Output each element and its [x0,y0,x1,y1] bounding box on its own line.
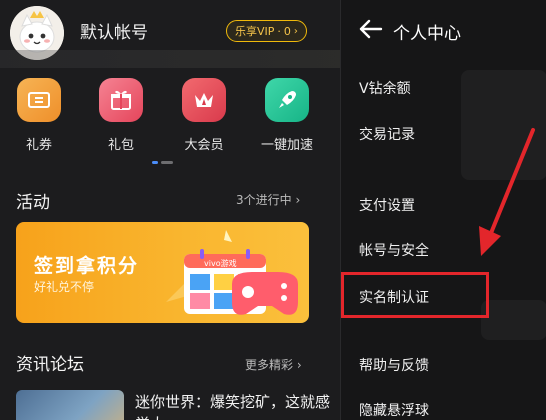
activity-banner[interactable]: 签到拿积分 好礼兑不停 vivo游戏 [16,222,309,323]
banner-title: 签到拿积分 [34,255,140,277]
personal-center-header: 个人中心 [341,0,546,60]
quick-actions: 礼券 礼包 大会员 一键加速 [0,78,340,158]
ticket-icon [17,78,61,122]
back-arrow-icon[interactable] [357,18,383,40]
menu-item-real-name-verification[interactable]: 实名制认证 [359,287,429,307]
background-ghost-image [481,300,546,340]
forum-more-link[interactable]: 更多精彩 › [245,356,302,373]
left-panel: 默认帐号 乐享VIP · 0 › 礼券 礼包 大会员 一键加速 活动 3个进行中… [0,0,340,420]
quick-action-label: 礼券 [25,138,52,153]
chevron-right-icon: › [293,25,298,37]
crown-icon [182,78,226,122]
menu-item-v-diamond-balance[interactable]: V钻余额 [359,78,411,98]
quick-action-boost[interactable]: 一键加速 [252,78,322,153]
calendar-gamepad-illustration-icon [166,230,298,315]
news-title[interactable]: 迷你世界：爆笑挖矿，这就感觉太 [135,391,335,420]
menu-item-account-security[interactable]: 帐号与安全 [359,240,429,260]
menu-item-transaction-records[interactable]: 交易记录 [359,124,415,144]
banner-subtitle: 好礼兑不停 [34,280,95,294]
quick-action-label: 一键加速 [260,138,313,153]
menu-item-help-feedback[interactable]: 帮助与反馈 [359,355,429,375]
quick-action-label: 礼包 [107,138,134,153]
background-ghost-image [461,70,546,180]
menu-item-payment-settings[interactable]: 支付设置 [359,195,415,215]
vip-badge[interactable]: 乐享VIP · 0 › [226,20,307,42]
username[interactable]: 默认帐号 [80,18,148,43]
quick-action-gift[interactable]: 礼包 [86,78,156,153]
quick-action-coupon[interactable]: 礼券 [4,78,74,153]
gift-icon [99,78,143,122]
personal-center-title: 个人中心 [393,24,461,44]
activity-more-link[interactable]: 3个进行中 › [236,191,300,208]
page-indicator [152,161,176,165]
banner-brand: vivo游戏 [204,259,237,268]
vip-level: 0 [283,24,291,38]
vip-label: 乐享VIP [235,25,275,38]
menu-item-hide-floating-ball[interactable]: 隐藏悬浮球 [359,400,429,420]
quick-action-label: 大会员 [184,138,224,153]
news-thumbnail[interactable] [16,390,124,420]
rocket-icon [265,78,309,122]
activity-title: 活动 [16,193,50,213]
vip-separator: · [277,24,281,38]
quick-action-member[interactable]: 大会员 [169,78,239,153]
forum-title: 资讯论坛 [16,355,84,375]
personal-center-panel: 个人中心 V钻余额 交易记录 支付设置 帐号与安全 实名制认证 帮助与反馈 隐藏… [340,0,546,420]
notice-strip [0,50,340,68]
